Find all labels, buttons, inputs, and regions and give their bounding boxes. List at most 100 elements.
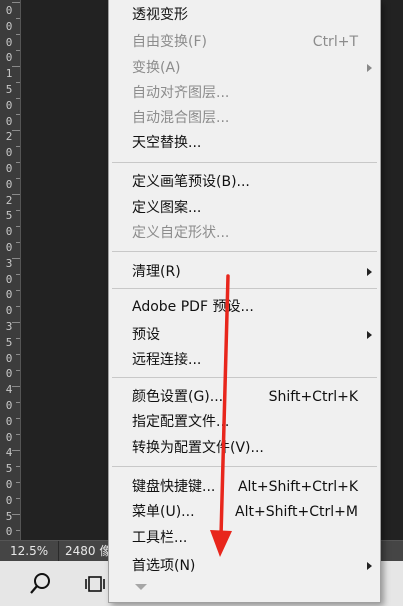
menu-item[interactable]: 自动混合图层... [109, 106, 380, 130]
menu-item[interactable]: 自动对齐图层... [109, 81, 380, 105]
ruler-digit: 0 [5, 4, 13, 17]
menu-separator [112, 288, 377, 289]
menu-item-label: 变换(A) [132, 60, 181, 76]
menu-item[interactable]: 指定配置文件... [109, 410, 380, 434]
menu-item-label: 键盘快捷键... [132, 479, 216, 495]
menu-separator [112, 162, 377, 163]
menu-item[interactable]: 转换为配置文件(V)... [109, 436, 380, 460]
ruler-tick [16, 290, 20, 291]
ruler-tick [12, 322, 20, 323]
ruler-tick [12, 194, 20, 195]
ruler-digit: 0 [5, 162, 13, 175]
menu-item-label: Adobe PDF 预设... [132, 299, 254, 315]
ruler-digit: 0 [5, 225, 13, 239]
taskbar-task-view-button[interactable] [84, 573, 106, 595]
menu-separator [112, 377, 377, 378]
menu-item-label: 首选项(N) [132, 558, 196, 574]
ruler-digit: 5 [5, 462, 13, 476]
menu-item[interactable]: 工具栏... [109, 526, 380, 550]
ruler-digit: 0 [5, 146, 13, 160]
menu-item[interactable]: Adobe PDF 预设... [109, 295, 380, 319]
menu-item-label: 颜色设置(G)... [132, 389, 224, 405]
menu-item-shortcut: Alt+Shift+Ctrl+M [235, 504, 358, 520]
menu-item-label: 预设 [132, 327, 160, 343]
ruler-tick [16, 274, 20, 275]
menu-item-label: 远程连接... [132, 352, 202, 368]
ruler-digit: 1 [5, 67, 13, 81]
menu-item-label: 自由变换(F) [132, 34, 207, 50]
ruler-digit: 4 [5, 446, 13, 460]
menu-item-label: 定义自定形状... [132, 225, 230, 241]
ruler-tick [16, 162, 20, 163]
ruler-digit: 0 [5, 304, 13, 318]
chevron-right-icon [367, 331, 372, 339]
menu-item[interactable]: 定义图案... [109, 196, 380, 220]
taskbar-search-button[interactable] [28, 571, 54, 597]
menu-item[interactable]: 首选项(N) [109, 554, 380, 578]
menu-item[interactable]: 透视变形 [109, 3, 380, 27]
ruler-tick [16, 306, 20, 307]
zoom-level[interactable]: 12.5% [10, 541, 48, 561]
menu-item-shortcut: Ctrl+T [312, 34, 358, 50]
menu-item[interactable]: 定义画笔预设(B)... [109, 170, 380, 194]
vertical-ruler: 0000150020002500300035004000450050 [0, 0, 21, 540]
ruler-digit: 0 [5, 35, 13, 49]
ruler-digit: 0 [5, 177, 13, 191]
ruler-tick [16, 242, 20, 243]
ruler-digit: 5 [5, 209, 13, 223]
menu-item[interactable]: 远程连接... [109, 348, 380, 372]
menu-item-shortcut: Alt+Shift+Ctrl+K [237, 479, 358, 495]
ruler-digit: 2 [5, 193, 13, 207]
ruler-tick [16, 418, 20, 419]
menu-item[interactable]: 定义自定形状... [109, 221, 380, 245]
ruler-tick [16, 146, 20, 147]
menu-item[interactable]: 键盘快捷键... Alt+Shift+Ctrl+K [109, 475, 380, 499]
ruler-digit: 0 [5, 414, 13, 428]
ruler-digit: 5 [5, 335, 13, 349]
menu-separator [112, 251, 377, 252]
menu-item-label: 透视变形 [132, 7, 188, 23]
menu-item[interactable]: 自由变换(F) Ctrl+T [109, 30, 380, 54]
ruler-digit: 0 [5, 351, 13, 365]
ruler-digit: 0 [5, 525, 13, 539]
menu-item[interactable]: 预设 [109, 323, 380, 347]
ruler-tick [16, 226, 20, 227]
chevron-right-icon [367, 562, 372, 570]
ruler-digit: 0 [5, 272, 13, 286]
menu-item-label: 天空替换... [132, 135, 202, 151]
ruler-tick [16, 530, 20, 531]
ruler-digit: 0 [5, 114, 13, 128]
menu-item-label: 指定配置文件... [132, 414, 230, 430]
menu-item[interactable]: 菜单(U)... Alt+Shift+Ctrl+M [109, 500, 380, 524]
menu-item-label: 定义画笔预设(B)... [132, 174, 250, 190]
menu-item-label: 清理(R) [132, 264, 181, 280]
menu-separator [112, 466, 377, 467]
menu-item-label: 菜单(U)... [132, 504, 195, 520]
ruler-tick [16, 82, 20, 83]
chevron-right-icon [367, 64, 372, 72]
ruler-tick [16, 34, 20, 35]
ruler-tick [16, 18, 20, 19]
menu-item[interactable]: 颜色设置(G)... Shift+Ctrl+K [109, 385, 380, 409]
ruler-tick [16, 50, 20, 51]
menu-item[interactable]: 清理(R) [109, 260, 380, 284]
ruler-digit: 0 [5, 288, 13, 302]
ruler-digit: 0 [5, 493, 13, 507]
ruler-tick [12, 450, 20, 451]
menu-item[interactable]: 变换(A) [109, 56, 380, 80]
chevron-down-icon[interactable] [135, 584, 147, 590]
ruler-tick [16, 114, 20, 115]
ruler-tick [16, 370, 20, 371]
ruler-tick [16, 178, 20, 179]
menu-item[interactable]: 天空替换... [109, 131, 380, 155]
search-icon [30, 573, 50, 594]
ruler-digit: 0 [5, 19, 13, 33]
menu-item-label: 定义图案... [132, 200, 202, 216]
ruler-tick [16, 498, 20, 499]
ruler-digit: 0 [5, 367, 13, 381]
ruler-digit: 0 [5, 51, 13, 65]
menu-item-label: 自动混合图层... [132, 110, 230, 126]
ruler-digit: 5 [5, 83, 13, 96]
ruler-tick [16, 434, 20, 435]
task-view-icon [85, 576, 105, 592]
